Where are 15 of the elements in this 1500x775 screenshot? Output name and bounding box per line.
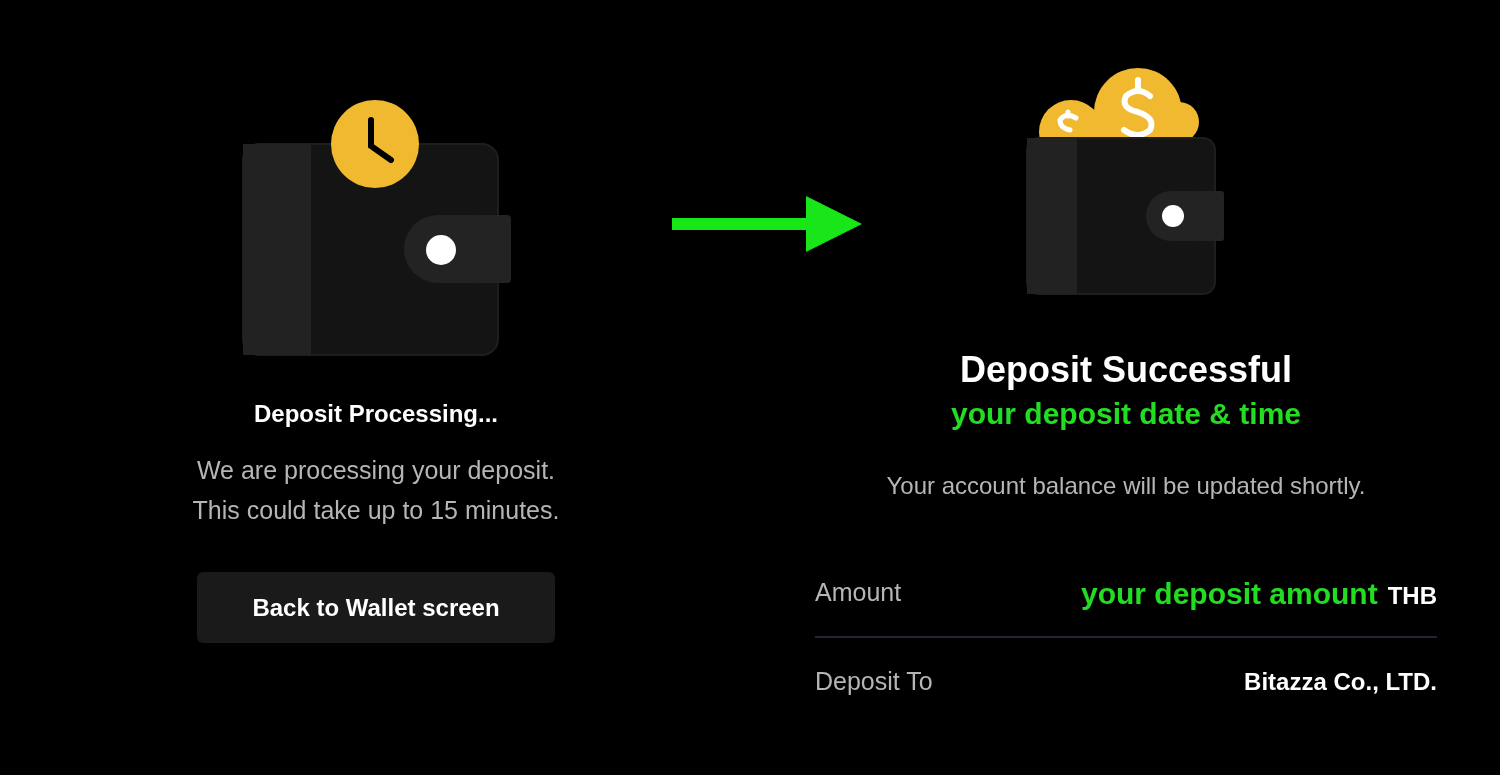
- arrow-icon: [672, 194, 864, 254]
- deposit-date-annotation: your deposit date & time: [950, 396, 1302, 432]
- success-title: Deposit Successful: [959, 348, 1293, 392]
- status-message: We are processing your deposit.: [196, 455, 556, 486]
- detail-label: Amount: [815, 577, 902, 609]
- wallet-clock-icon: [241, 100, 511, 356]
- status-message: This could take up to 15 minutes.: [192, 495, 560, 526]
- detail-label: Deposit To: [815, 666, 933, 698]
- currency-unit: THB: [1387, 580, 1437, 611]
- detail-value: your deposit amount: [1081, 575, 1378, 612]
- status-title: Deposit Processing...: [253, 399, 499, 429]
- balance-message: Your account balance will be updated shortly.: [886, 471, 1366, 501]
- back-button[interactable]: Back to Wallet screen: [197, 572, 555, 643]
- detail-value: Bitazza Co., LTD.: [1244, 667, 1437, 697]
- wallet-coins-icon: [1026, 68, 1226, 296]
